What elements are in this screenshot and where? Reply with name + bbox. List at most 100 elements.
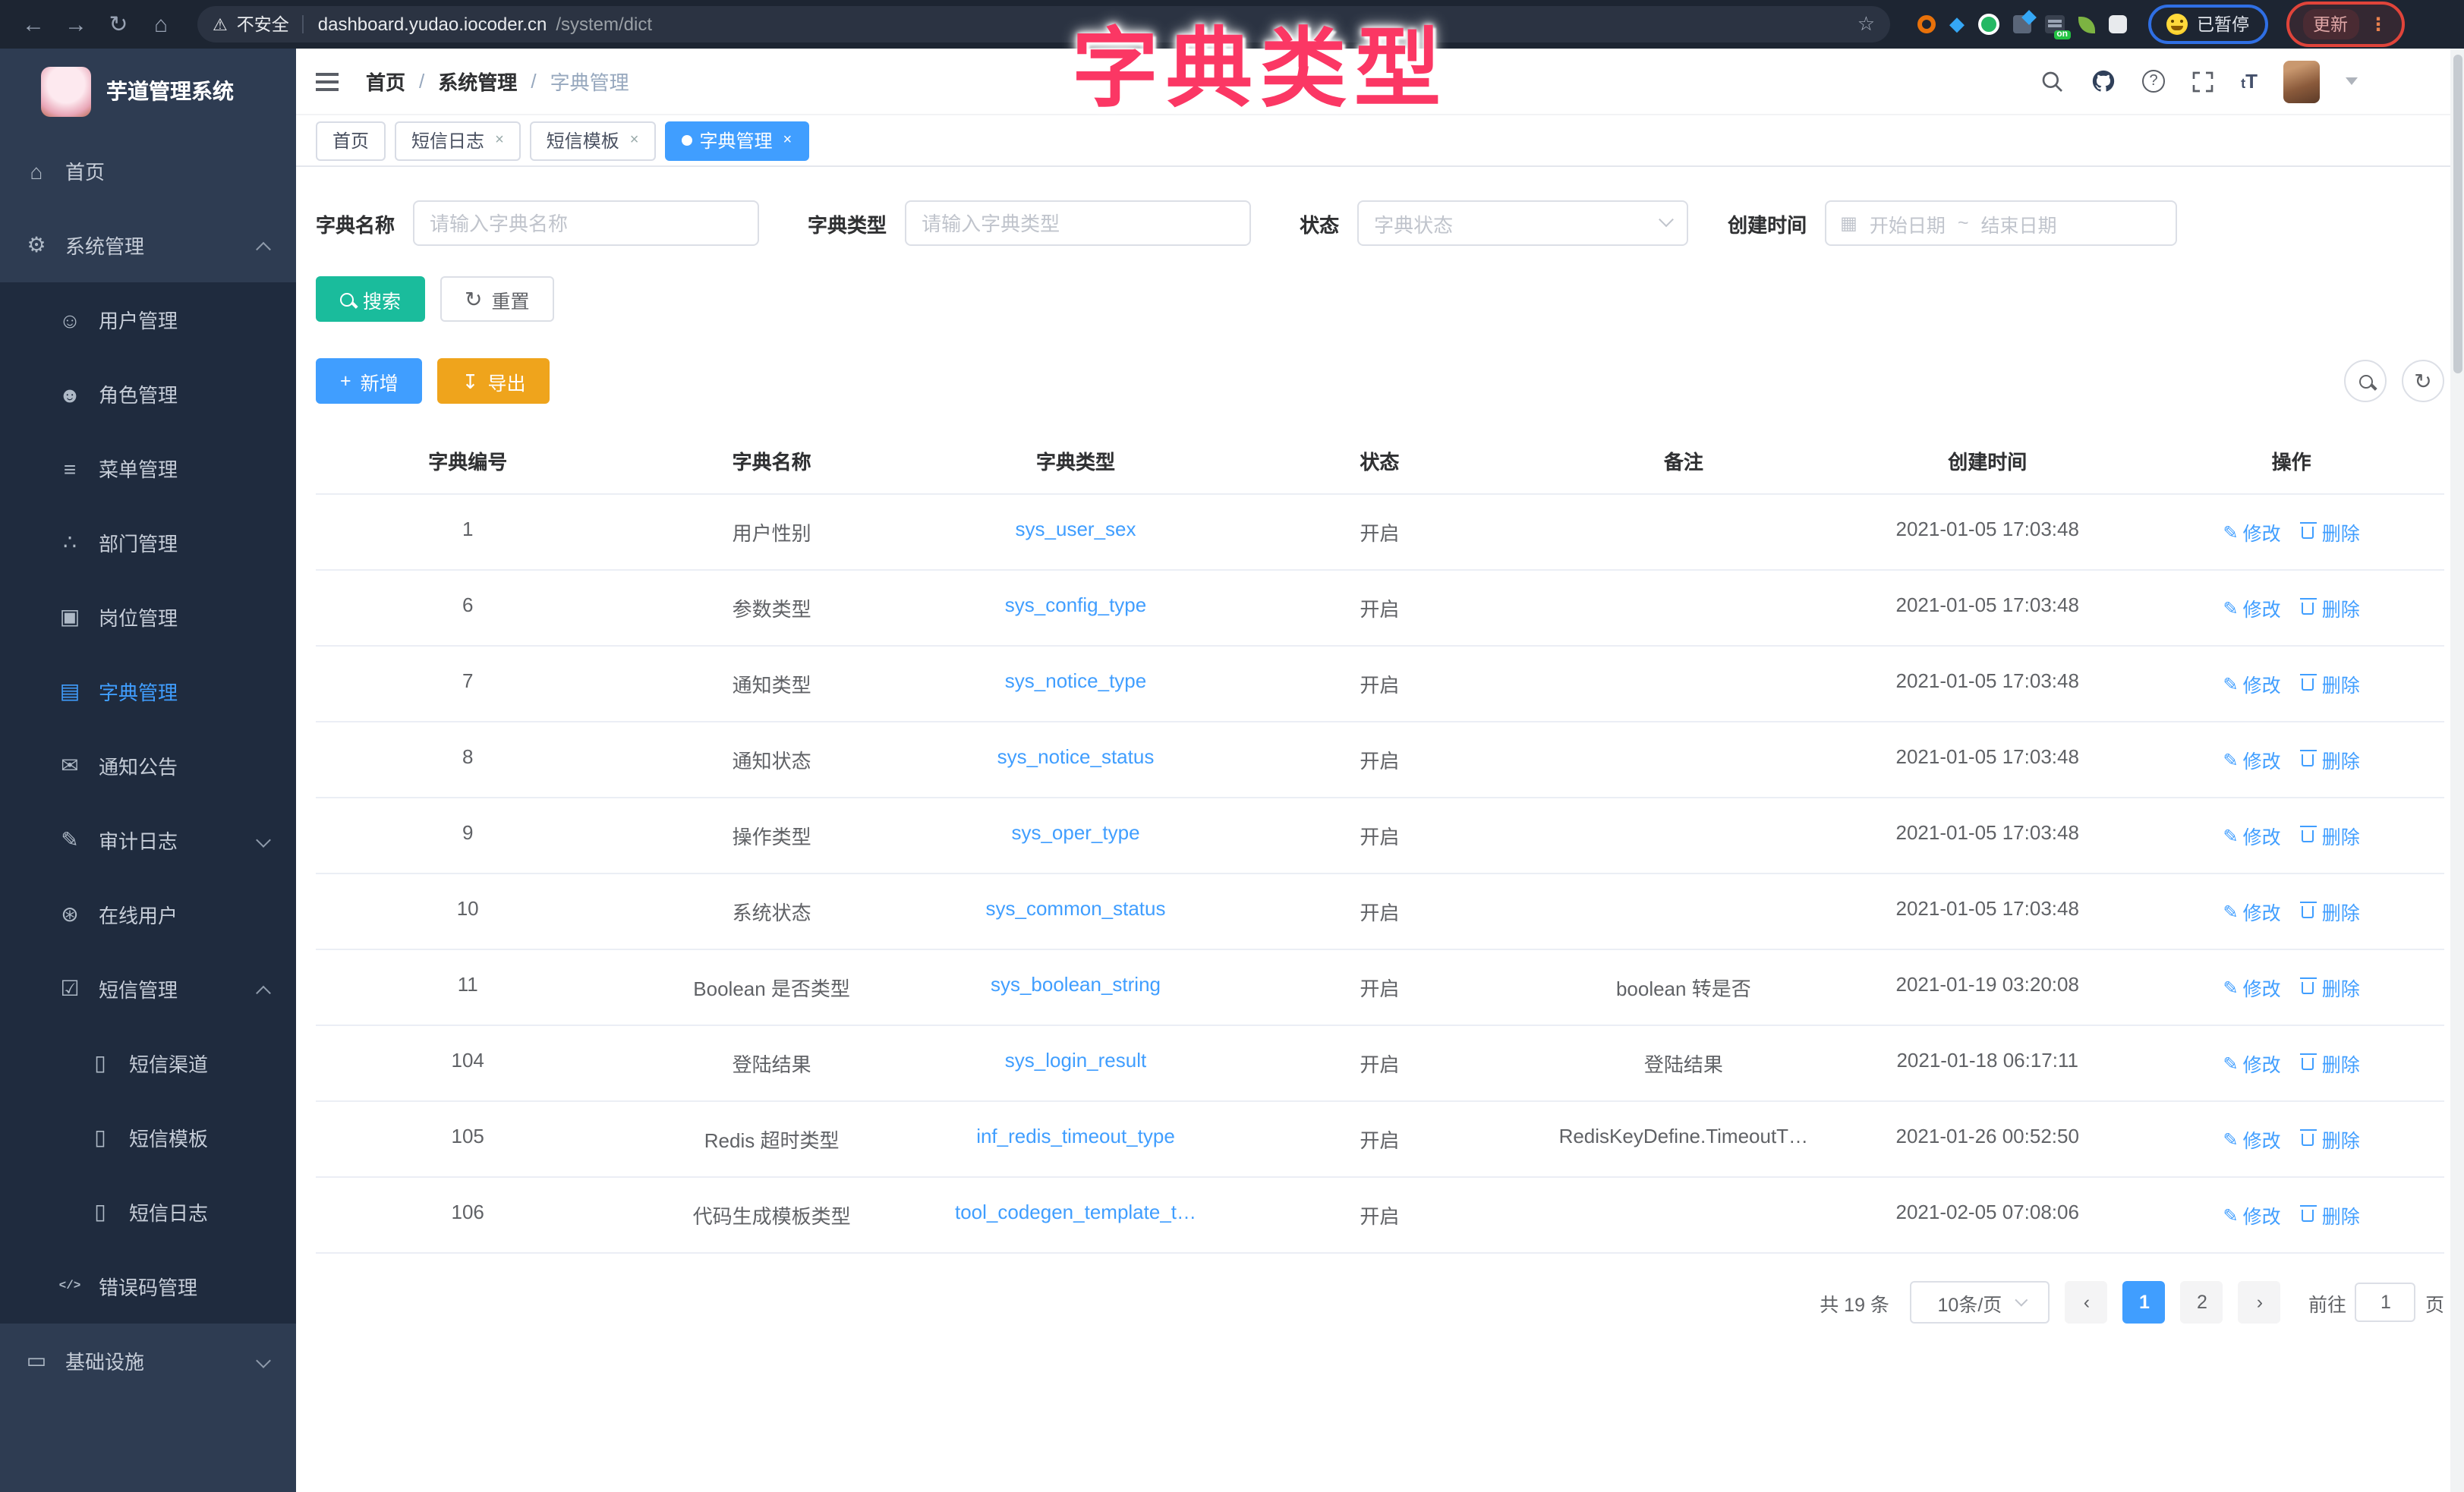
sidebar-item-短信渠道[interactable]: ▯短信渠道 [0,1026,296,1100]
edit-link[interactable]: ✎修改 [2223,745,2281,774]
home-icon[interactable]: ⌂ [143,6,179,42]
dict-type-input[interactable] [905,200,1251,246]
cell-type[interactable]: sys_common_status [924,874,1227,949]
toggle-search-button[interactable] [2344,360,2387,402]
tab-字典管理[interactable]: 字典管理× [664,121,808,160]
edit-link[interactable]: ✎修改 [2223,973,2281,1002]
page-scrollbar[interactable] [2450,49,2464,1492]
search-icon[interactable] [2040,69,2065,93]
edit-link[interactable]: ✎修改 [2223,897,2281,926]
reload-icon[interactable]: ↻ [100,6,137,42]
sidebar-item-部门管理[interactable]: ∴部门管理 [0,505,296,580]
address-bar[interactable]: ⚠ 不安全 dashboard.yudao.iocoder.cn/system/… [197,6,1890,42]
delete-link[interactable]: 删除 [2302,518,2360,546]
sidebar-item-系统管理[interactable]: ⚙系统管理 [0,208,296,282]
edit-link[interactable]: ✎修改 [2223,518,2281,546]
sidebar-item-岗位管理[interactable]: ▣岗位管理 [0,580,296,654]
extension-green-icon[interactable] [1978,14,1999,35]
delete-link[interactable]: 删除 [2302,1201,2360,1229]
cell-type[interactable]: sys_boolean_string [924,950,1227,1025]
cell-type[interactable]: sys_user_sex [924,495,1227,569]
cell-type[interactable]: tool_codegen_template_t… [924,1178,1227,1252]
cell-type[interactable]: sys_notice_status [924,722,1227,797]
reset-button[interactable]: ↻重置 [440,276,554,322]
cell-type[interactable]: sys_config_type [924,571,1227,645]
sidebar-item-字典管理[interactable]: ▤字典管理 [0,654,296,729]
edit-link[interactable]: ✎修改 [2223,1049,2281,1078]
sidebar-item-角色管理[interactable]: ☻角色管理 [0,357,296,431]
next-page-button[interactable]: › [2239,1281,2281,1324]
close-tab-icon[interactable]: × [630,132,639,149]
bookmark-star-icon[interactable]: ☆ [1857,12,1875,36]
delete-link[interactable]: 删除 [2302,745,2360,774]
delete-link[interactable]: 删除 [2302,1049,2360,1078]
page-size-select[interactable]: 10条/页 [1911,1281,2050,1324]
breadcrumb-system[interactable]: 系统管理 [438,67,517,96]
avatar-caret-icon[interactable] [2346,77,2358,85]
edit-link[interactable]: ✎修改 [2223,821,2281,850]
sidebar-item-label: 基础设施 [65,1346,144,1375]
fullscreen-icon[interactable] [2191,69,2215,93]
delete-link[interactable]: 删除 [2302,821,2360,850]
cell-type[interactable]: sys_login_result [924,1026,1227,1100]
help-icon[interactable]: ? [2142,70,2165,93]
extension-orange-icon[interactable] [1917,15,1936,33]
export-button[interactable]: ↧导出 [438,358,550,404]
sidebar-item-短信管理[interactable]: ☑短信管理 [0,952,296,1026]
update-button[interactable]: 更新 [2302,9,2358,39]
extension-switch-icon[interactable]: on [2045,15,2065,33]
browser-menu-icon[interactable]: ⋮ [2369,14,2387,35]
sidebar-item-审计日志[interactable]: ✎审计日志 [0,803,296,877]
goto-page-input[interactable] [2355,1283,2416,1322]
sidebar-item-基础设施[interactable]: ▭基础设施 [0,1324,296,1398]
edit-link[interactable]: ✎修改 [2223,1125,2281,1154]
scrollbar-thumb[interactable] [2453,55,2462,373]
page-button-2[interactable]: 2 [2181,1281,2223,1324]
font-size-icon[interactable]: tT [2241,70,2258,93]
close-tab-icon[interactable]: × [783,132,792,149]
sidebar-item-错误码管理[interactable]: </>错误码管理 [0,1249,296,1324]
dict-name-input[interactable] [413,200,759,246]
prev-page-button[interactable]: ‹ [2065,1281,2108,1324]
delete-link[interactable]: 删除 [2302,669,2360,698]
extension-stack-icon[interactable] [2013,15,2031,33]
extensions-puzzle-icon[interactable] [2109,15,2127,33]
sidebar-item-短信日志[interactable]: ▯短信日志 [0,1175,296,1249]
sidebar-item-短信模板[interactable]: ▯短信模板 [0,1100,296,1175]
edit-link[interactable]: ✎修改 [2223,669,2281,698]
date-range-picker[interactable]: ▦ 开始日期 ~ 结束日期 [1825,200,2177,246]
tab-label: 首页 [332,127,369,153]
edit-link[interactable]: ✎修改 [2223,593,2281,622]
back-icon[interactable]: ← [15,6,52,42]
sidebar-item-在线用户[interactable]: ⊛在线用户 [0,877,296,952]
cell-type[interactable]: inf_redis_timeout_type [924,1102,1227,1176]
sidebar-item-通知公告[interactable]: ✉通知公告 [0,729,296,803]
delete-link[interactable]: 删除 [2302,897,2360,926]
github-icon[interactable] [2091,68,2116,94]
page-button-1[interactable]: 1 [2123,1281,2166,1324]
tab-首页[interactable]: 首页 [316,121,386,160]
delete-link[interactable]: 删除 [2302,973,2360,1002]
breadcrumb-home[interactable]: 首页 [366,67,405,96]
user-avatar[interactable] [2283,60,2320,102]
delete-link[interactable]: 删除 [2302,1125,2360,1154]
refresh-table-button[interactable]: ↻ [2402,360,2444,402]
edit-link[interactable]: ✎修改 [2223,1201,2281,1229]
cell-type[interactable]: sys_oper_type [924,798,1227,873]
tab-短信模板[interactable]: 短信模板× [530,121,656,160]
profile-paused-annotation[interactable]: 已暂停 [2148,5,2267,44]
sidebar-item-菜单管理[interactable]: ≡菜单管理 [0,431,296,505]
cell-type[interactable]: sys_notice_type [924,647,1227,721]
extension-leaf-icon[interactable] [2078,16,2095,33]
collapse-sidebar-icon[interactable] [316,72,339,90]
close-tab-icon[interactable]: × [495,132,504,149]
sidebar-item-首页[interactable]: ⌂首页 [0,134,296,208]
add-button[interactable]: +新增 [316,358,423,404]
search-button[interactable]: 搜索 [316,276,425,322]
extension-gem-icon[interactable]: ◆ [1949,12,1965,36]
status-select[interactable]: 字典状态 [1357,200,1688,246]
sidebar-item-用户管理[interactable]: ☺用户管理 [0,282,296,357]
forward-icon[interactable]: → [58,6,94,42]
tab-短信日志[interactable]: 短信日志× [395,121,521,160]
delete-link[interactable]: 删除 [2302,593,2360,622]
